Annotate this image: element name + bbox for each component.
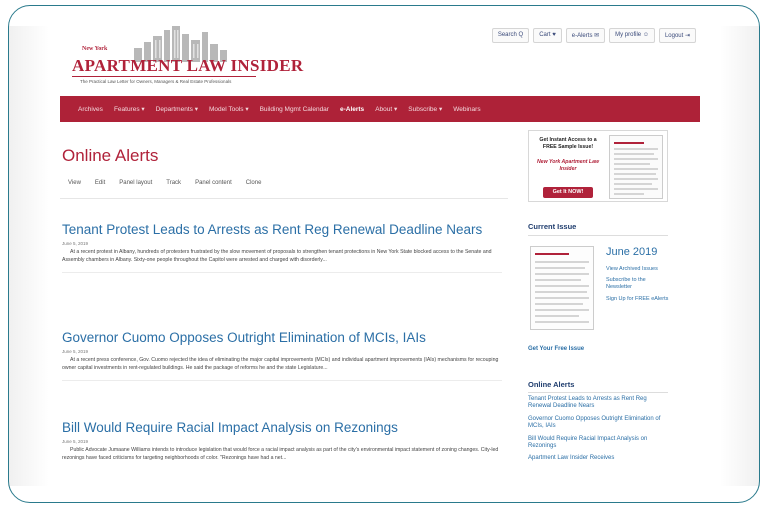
current-issue-heading: Current Issue [528, 222, 577, 231]
logo-newyork: New York [82, 46, 108, 52]
nav-item-about[interactable]: About ▾ [375, 105, 397, 113]
article-item: Bill Would Require Racial Impact Analysi… [62, 420, 502, 462]
tab-clone[interactable]: Clone [246, 180, 262, 186]
current-issue-date[interactable]: June 2019 [606, 246, 657, 258]
site-logo[interactable]: New York Apartment Law Insider The Pract… [68, 26, 303, 90]
tabs-divider [60, 198, 508, 199]
nav-item-building-calendar[interactable]: Building Mgmt Calendar [260, 106, 329, 113]
article-date: June 5, 2019 [62, 349, 89, 354]
heading-divider [528, 392, 668, 393]
my-profile-link[interactable]: My profile ☺ [609, 28, 655, 43]
view-archived-issues-link[interactable]: View Archived Issues [606, 266, 672, 273]
promo-headline: Get Instant Access to a FREE Sample Issu… [539, 137, 597, 150]
signup-ealerts-link[interactable]: Sign Up for FREE eAlerts [606, 296, 672, 303]
logo-title: Apartment Law Insider [72, 56, 304, 75]
nav-item-departments[interactable]: Departments ▾ [156, 105, 198, 113]
get-free-issue-link[interactable]: Get Your Free Issue [528, 346, 584, 352]
nav-item-archives[interactable]: Archives [78, 106, 103, 113]
get-it-now-button[interactable]: Get It NOW! [543, 187, 593, 198]
article-excerpt: At a recent press conference, Gov. Cuomo… [62, 357, 499, 371]
article-divider [62, 380, 502, 381]
subscribe-newsletter-link[interactable]: Subscribe to the Newsletter [606, 277, 672, 291]
promo-subline: New York Apartment Law Insider [536, 159, 600, 172]
tab-track[interactable]: Track [166, 180, 181, 186]
alert-link[interactable]: Governor Cuomo Opposes Outright Eliminat… [528, 416, 670, 431]
article-title-link[interactable]: Tenant Protest Leads to Arrests as Rent … [62, 222, 502, 238]
issue-links: View Archived Issues Subscribe to the Ne… [606, 266, 672, 307]
logo-divider [72, 76, 256, 77]
tab-view[interactable]: View [68, 180, 81, 186]
sidebar: Get Instant Access to a FREE Sample Issu… [524, 122, 674, 502]
ealerts-link[interactable]: e-Alerts ✉ [565, 28, 606, 43]
heading-divider [528, 235, 668, 236]
article-item: Governor Cuomo Opposes Outright Eliminat… [62, 330, 502, 381]
free-issue-promo[interactable]: Get Instant Access to a FREE Sample Issu… [528, 130, 668, 202]
frame-shadow-right [719, 26, 759, 486]
article-excerpt: At a recent protest in Albany, hundreds … [62, 249, 492, 263]
admin-tabs: View Edit Panel layout Track Panel conte… [68, 180, 261, 186]
nav-item-features[interactable]: Features ▾ [114, 105, 145, 113]
logo-tagline: The Practical Law Letter for Owners, Man… [80, 79, 232, 84]
online-alerts-list: Tenant Protest Leads to Arrests as Rent … [528, 396, 670, 468]
nav-item-subscribe[interactable]: Subscribe ▾ [408, 105, 442, 113]
online-alerts-heading: Online Alerts [528, 380, 575, 389]
cart-link[interactable]: Cart ♥ [533, 28, 562, 43]
tab-edit[interactable]: Edit [95, 180, 105, 186]
page-title: Online Alerts [62, 146, 159, 165]
article-divider [62, 272, 502, 273]
logout-link[interactable]: Logout ⇥ [658, 28, 696, 43]
current-issue-cover[interactable] [530, 246, 594, 330]
main-nav: Archives Features ▾ Departments ▾ Model … [60, 96, 700, 122]
newsletter-cover-image [609, 135, 663, 199]
site-header: New York Apartment Law Insider The Pract… [60, 18, 700, 94]
main-content: Online Alerts View Edit Panel layout Tra… [60, 122, 510, 502]
article-title-link[interactable]: Bill Would Require Racial Impact Analysi… [62, 420, 502, 436]
article-item: Tenant Protest Leads to Arrests as Rent … [62, 222, 502, 273]
search-link[interactable]: Search Q [491, 28, 530, 43]
nav-item-model-tools[interactable]: Model Tools ▾ [209, 105, 249, 113]
nav-item-ealerts[interactable]: e-Alerts [340, 106, 364, 113]
article-excerpt: Public Advocate Jumaane Williams intends… [62, 447, 499, 461]
tab-panel-layout[interactable]: Panel layout [119, 180, 152, 186]
alert-link[interactable]: Tenant Protest Leads to Arrests as Rent … [528, 396, 670, 411]
nav-item-webinars[interactable]: Webinars [453, 106, 480, 113]
utility-links: Search Q Cart ♥ e-Alerts ✉ My profile ☺ … [491, 28, 696, 43]
article-date: June 5, 2019 [62, 439, 89, 444]
alert-link[interactable]: Apartment Law Insider Receives [528, 455, 670, 462]
tab-panel-content[interactable]: Panel content [195, 180, 232, 186]
article-title-link[interactable]: Governor Cuomo Opposes Outright Eliminat… [62, 330, 502, 346]
article-date: June 5, 2019 [62, 241, 89, 246]
alert-link[interactable]: Bill Would Require Racial Impact Analysi… [528, 436, 670, 451]
frame-shadow-left [9, 26, 49, 486]
